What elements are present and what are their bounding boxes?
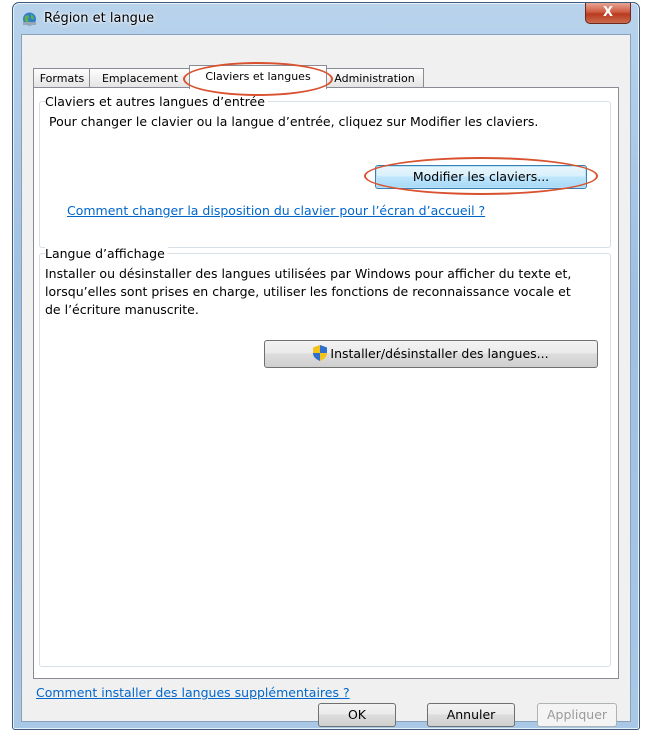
apply-label: Appliquer — [546, 707, 608, 722]
install-uninstall-languages-button[interactable]: Installer/désinstaller des langues... — [264, 340, 598, 368]
tab-emplacement[interactable]: Emplacement — [89, 68, 191, 88]
uac-shield-icon — [313, 345, 328, 361]
display-language-description: Installer ou désinstaller des langues ut… — [45, 266, 572, 317]
dialog-client-area: Formats Emplacement Claviers et langues … — [21, 34, 631, 727]
title-bar[interactable]: Région et langue X — [13, 3, 639, 33]
modify-keyboards-label: Modifier les claviers... — [412, 169, 550, 184]
modify-keyboards-button[interactable]: Modifier les claviers... — [375, 165, 587, 189]
cancel-button[interactable]: Annuler — [427, 703, 515, 727]
region-globe-icon — [23, 12, 36, 26]
apply-button[interactable]: Appliquer — [537, 703, 617, 727]
close-button[interactable]: X — [585, 3, 631, 24]
keyboards-group-title: Claviers et autres langues d’entrée — [45, 94, 268, 109]
tab-administration[interactable]: Administration — [325, 68, 424, 88]
tab-formats[interactable]: Formats — [33, 68, 91, 88]
keyboard-layout-help-link[interactable]: Comment changer la disposition du clavie… — [67, 203, 485, 218]
tab-panel: Claviers et autres langues d’entrée Pour… — [33, 87, 619, 679]
install-languages-label: Installer/désinstaller des langues... — [330, 346, 549, 361]
keyboards-description: Pour changer le clavier ou la langue d’e… — [49, 114, 539, 129]
close-icon: X — [602, 5, 614, 20]
cancel-label: Annuler — [446, 707, 496, 722]
window-title: Région et langue — [44, 11, 155, 26]
ok-label: OK — [347, 707, 367, 722]
tab-claviers-et-langues[interactable]: Claviers et langues — [189, 65, 327, 89]
display-language-title: Langue d’affichage — [45, 246, 168, 261]
ok-button[interactable]: OK — [318, 703, 396, 727]
install-more-languages-link[interactable]: Comment installer des langues supplément… — [36, 685, 350, 700]
region-language-window: Région et langue X Formats Emplacement C… — [12, 2, 640, 730]
